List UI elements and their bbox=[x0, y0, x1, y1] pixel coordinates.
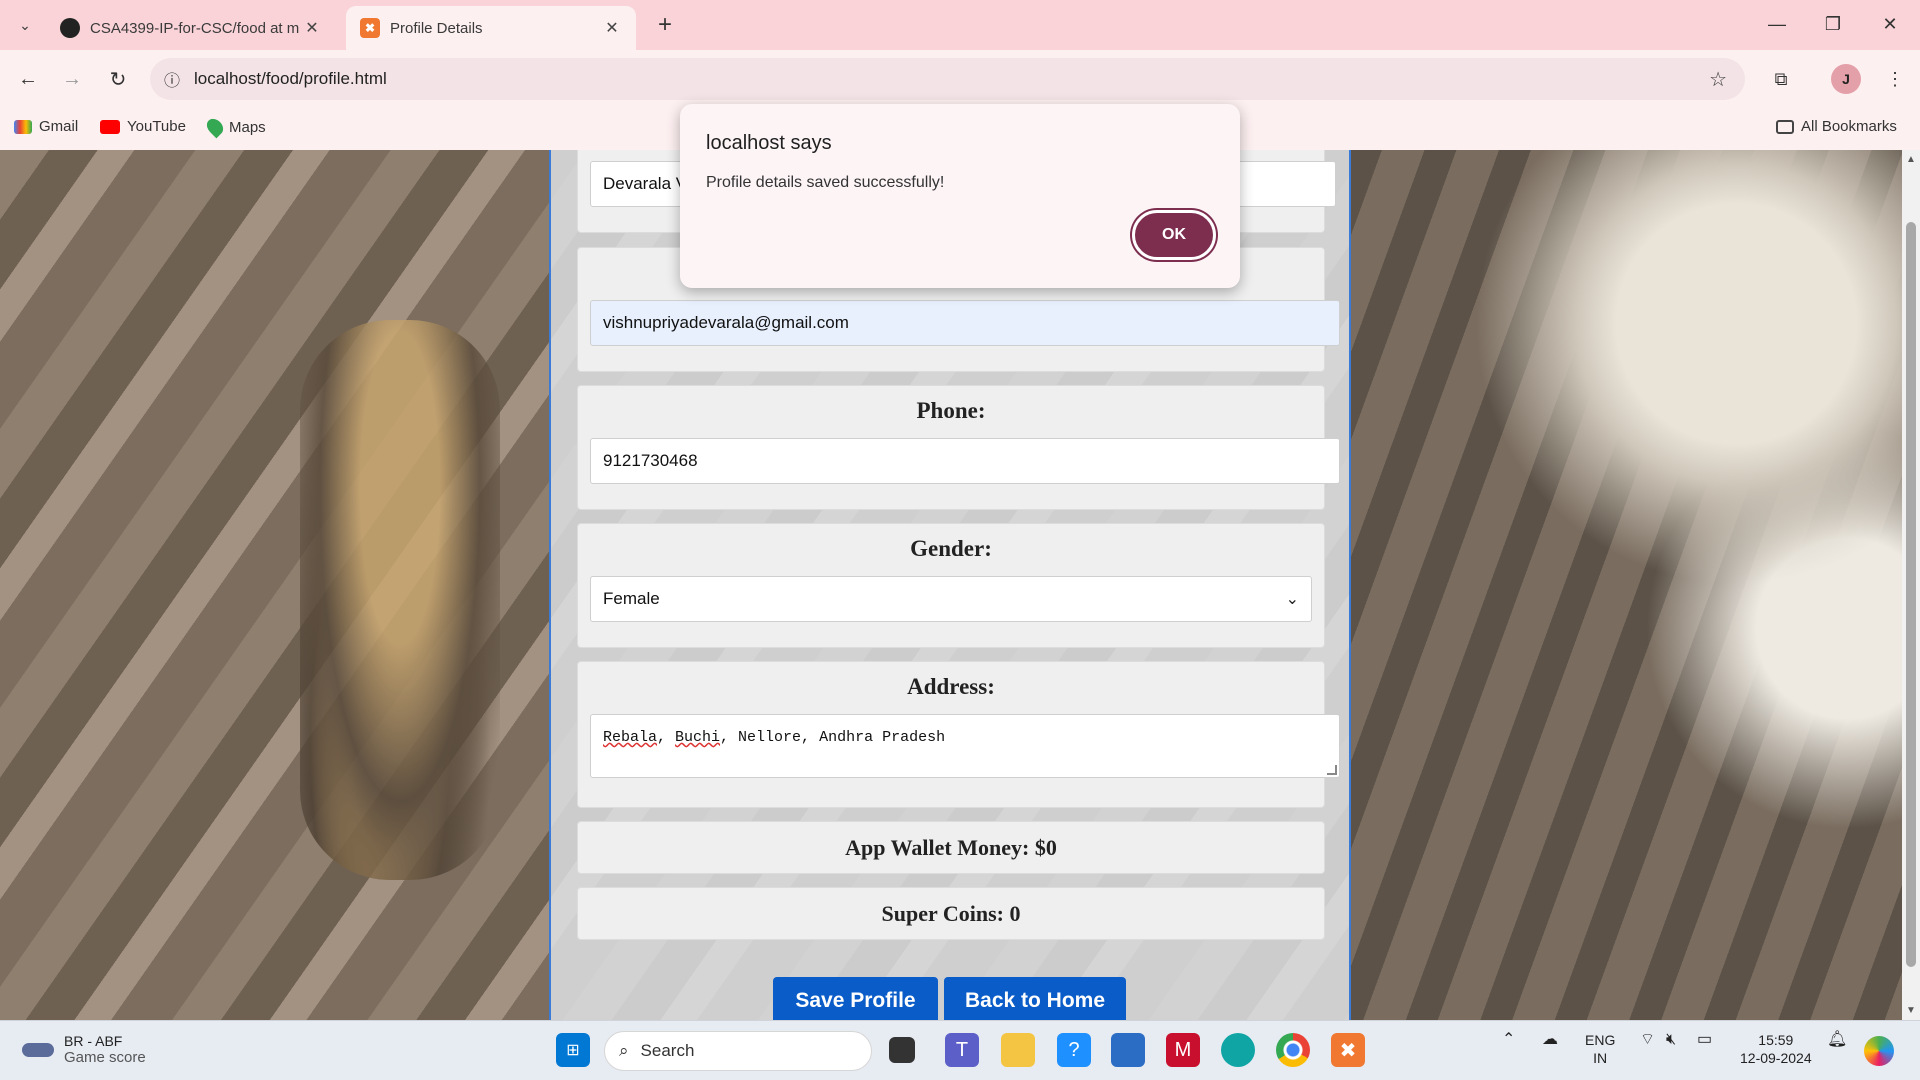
save-profile-button[interactable]: Save Profile bbox=[773, 977, 938, 1020]
battery-icon[interactable]: ▭ bbox=[1697, 1031, 1712, 1049]
all-bookmarks[interactable]: All Bookmarks bbox=[1776, 118, 1897, 135]
search-label: Search bbox=[640, 1041, 695, 1060]
back-icon[interactable]: ← bbox=[13, 64, 43, 94]
tab-bar: ⌄ CSA4399-IP-for-CSC/food at m ✕ ✖ Profi… bbox=[0, 0, 1920, 50]
tab-profile-details[interactable]: ✖ Profile Details ✕ bbox=[346, 6, 636, 50]
gender-card: Gender: Female ⌄ bbox=[577, 523, 1325, 648]
tab-search-chevron-icon[interactable]: ⌄ bbox=[12, 12, 38, 38]
youtube-icon bbox=[100, 119, 120, 134]
address-card: Address: Rebala, Buchi, Nellore, Andhra … bbox=[577, 661, 1340, 808]
reload-icon[interactable]: ↻ bbox=[103, 64, 133, 94]
folder-icon bbox=[1776, 119, 1794, 134]
scroll-up-icon[interactable]: ▲ bbox=[1902, 154, 1920, 165]
wallet-text: App Wallet Money: $0 bbox=[845, 834, 1057, 860]
help-icon[interactable]: ? bbox=[1057, 1033, 1091, 1067]
browser-toolbar: ← → ↻ ⓘ localhost/food/profile.html ☆ ⧉ … bbox=[0, 50, 1920, 108]
xampp-icon: ✖ bbox=[360, 18, 380, 38]
minimize-icon[interactable]: — bbox=[1757, 10, 1797, 38]
gender-label: Gender: bbox=[910, 536, 992, 561]
tab-title: CSA4399-IP-for-CSC/food at m bbox=[90, 19, 300, 37]
back-to-home-button[interactable]: Back to Home bbox=[944, 977, 1126, 1020]
mcafee-icon[interactable]: M bbox=[1166, 1033, 1200, 1067]
gender-select[interactable]: Female ⌄ bbox=[590, 576, 1312, 622]
email-input[interactable]: vishnupriyadevarala@gmail.com bbox=[590, 300, 1340, 346]
windows-start-icon[interactable]: ⊞ bbox=[556, 1033, 590, 1067]
bookmark-maps[interactable]: Maps bbox=[203, 115, 266, 139]
gmail-icon bbox=[14, 119, 32, 134]
page-scrollbar[interactable]: ▲ ▼ bbox=[1902, 150, 1920, 1020]
window-close-icon[interactable]: ✕ bbox=[1870, 10, 1910, 38]
address-bar[interactable]: ⓘ localhost/food/profile.html ☆ bbox=[150, 58, 1745, 100]
chevron-down-icon: ⌄ bbox=[1285, 591, 1299, 608]
language-indicator[interactable]: ENG IN bbox=[1585, 1031, 1615, 1067]
ok-button[interactable]: OK bbox=[1132, 210, 1216, 260]
file-explorer-icon[interactable] bbox=[1001, 1033, 1035, 1067]
tab-github[interactable]: CSA4399-IP-for-CSC/food at m ✕ bbox=[46, 6, 336, 50]
maps-icon bbox=[203, 115, 227, 139]
bookmark-star-icon[interactable]: ☆ bbox=[1709, 67, 1727, 92]
close-icon[interactable]: ✕ bbox=[602, 18, 622, 38]
copilot-icon[interactable] bbox=[1864, 1036, 1894, 1066]
taskbar-search[interactable]: ⌕ Search bbox=[604, 1031, 872, 1071]
restore-icon[interactable]: ❐ bbox=[1813, 10, 1853, 38]
dialog-message: Profile details saved successfully! bbox=[706, 174, 945, 191]
new-tab-button[interactable]: + bbox=[652, 11, 678, 38]
onedrive-icon[interactable]: ☁ bbox=[1542, 1031, 1558, 1049]
url-text[interactable]: localhost/food/profile.html bbox=[194, 69, 387, 89]
phone-card: Phone: 9121730468 bbox=[577, 385, 1340, 510]
github-icon bbox=[60, 18, 80, 38]
clock[interactable]: 15:59 12-09-2024 bbox=[1740, 1031, 1812, 1067]
forward-icon[interactable]: → bbox=[57, 64, 87, 94]
wallet-card: App Wallet Money: $0 bbox=[577, 821, 1325, 874]
background-image-footprints bbox=[300, 320, 500, 880]
dialog-title: localhost says bbox=[706, 132, 832, 154]
address-label: Address: bbox=[907, 674, 995, 699]
date: 12-09-2024 bbox=[1740, 1050, 1812, 1066]
resize-grip-icon[interactable] bbox=[1327, 765, 1337, 775]
bookmark-youtube[interactable]: YouTube bbox=[100, 118, 186, 135]
time: 15:59 bbox=[1758, 1032, 1794, 1048]
gender-selected-value: Female bbox=[603, 589, 660, 608]
close-icon[interactable]: ✕ bbox=[302, 18, 322, 38]
scrollbar-thumb[interactable] bbox=[1906, 222, 1916, 967]
extensions-icon[interactable]: ⧉ bbox=[1766, 64, 1796, 94]
chrome-icon[interactable] bbox=[1276, 1033, 1310, 1067]
game-widget[interactable]: BR - ABF Game score bbox=[22, 1033, 146, 1066]
taskbar: BR - ABF Game score ⊞ ⌕ Search T ? M ✖ ⌃… bbox=[0, 1020, 1920, 1080]
coins-card: Super Coins: 0 bbox=[577, 887, 1325, 940]
profile-avatar[interactable]: J bbox=[1831, 64, 1861, 94]
address-textarea[interactable]: Rebala, Buchi, Nellore, Andhra Pradesh bbox=[590, 714, 1340, 778]
store-icon[interactable] bbox=[1111, 1033, 1145, 1067]
background-image-sea bbox=[1350, 150, 1902, 1020]
phone-label: Phone: bbox=[916, 398, 986, 423]
game-subtitle: Game score bbox=[64, 1049, 146, 1066]
game-controller-icon bbox=[22, 1042, 54, 1057]
alert-dialog: localhost says Profile details saved suc… bbox=[680, 104, 1240, 288]
volume-muted-icon[interactable]: 🔇︎ bbox=[1666, 1031, 1676, 1049]
search-icon: ⌕ bbox=[619, 1041, 629, 1060]
address-value: Rebala, Buchi, Nellore, Andhra Pradesh bbox=[603, 729, 946, 746]
menu-icon[interactable]: ⋮ bbox=[1880, 64, 1910, 94]
scroll-down-icon[interactable]: ▼ bbox=[1902, 1005, 1920, 1016]
teams-icon[interactable]: T bbox=[945, 1033, 979, 1067]
xampp-icon[interactable]: ✖ bbox=[1331, 1033, 1365, 1067]
notification-bell-icon[interactable]: 🔔︎ bbox=[1827, 1031, 1847, 1049]
task-view-icon[interactable] bbox=[889, 1037, 915, 1063]
chevron-up-icon[interactable]: ⌃ bbox=[1502, 1031, 1515, 1049]
game-title: BR - ABF bbox=[64, 1033, 123, 1049]
edge-icon[interactable] bbox=[1221, 1033, 1255, 1067]
wifi-icon[interactable]: ⌔ bbox=[1640, 1031, 1655, 1049]
phone-input[interactable]: 9121730468 bbox=[590, 438, 1340, 484]
coins-text: Super Coins: 0 bbox=[881, 900, 1021, 926]
tab-title: Profile Details bbox=[390, 19, 483, 37]
site-info-icon[interactable]: ⓘ bbox=[150, 67, 194, 91]
bookmark-gmail[interactable]: Gmail bbox=[14, 118, 78, 135]
